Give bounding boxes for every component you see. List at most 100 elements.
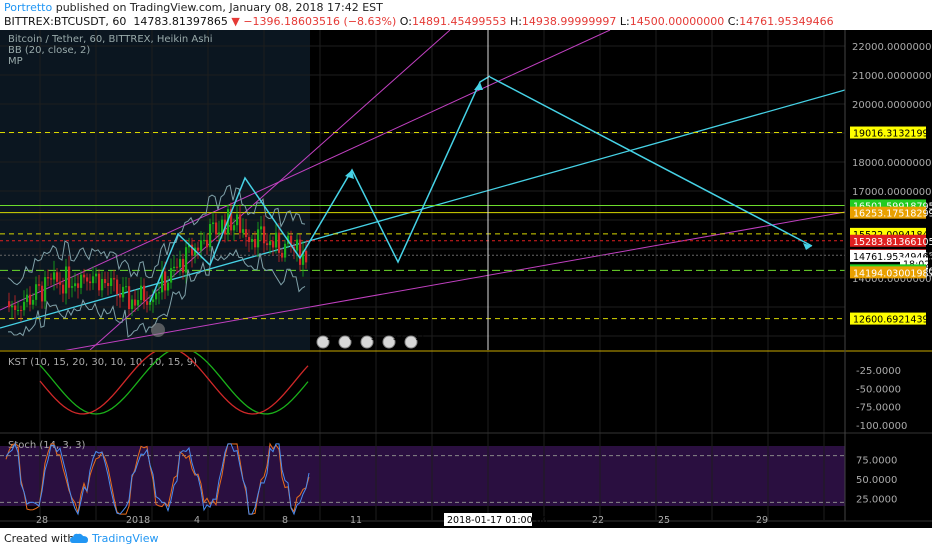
price-change: −1396.18603516 (−8.63%) (243, 15, 397, 28)
last-price: 14783.81397865 (133, 15, 228, 28)
candle-body (173, 266, 176, 269)
price-tick-label: 21000.00000000 (852, 71, 932, 82)
high-label: H: (509, 15, 522, 28)
candle-body (131, 299, 134, 310)
tradingview-cloud-icon (70, 533, 88, 543)
event-badge-count: 5 (371, 333, 376, 342)
ohlc-line: BITTREX:BTCUSDT, 60 14783.81397865 ▼ −13… (4, 15, 834, 28)
down-arrow-icon: ▼ (231, 15, 240, 28)
candle-body (176, 266, 179, 268)
legend-entry: Bitcoin / Tether, 60, BITTREX, Heikin As… (8, 34, 213, 45)
candle-body (77, 283, 80, 288)
candle-body (284, 243, 287, 258)
candle-body (281, 252, 284, 258)
candle-body (53, 272, 56, 280)
candle-body (254, 238, 257, 248)
candle-body (14, 305, 17, 311)
time-tick-label: 29 (756, 515, 768, 526)
candle-body (197, 247, 200, 251)
candle-body (137, 300, 140, 306)
candle-body (239, 214, 242, 233)
event-badge-count: 33 (393, 333, 403, 342)
candle-body (125, 286, 128, 288)
candle-body (278, 232, 281, 253)
candle-body (158, 292, 161, 294)
time-tick-label: 4 (194, 515, 200, 526)
candle-body (44, 277, 47, 302)
candle-body (119, 294, 122, 298)
candle-body (146, 301, 149, 305)
candle-body (68, 266, 71, 288)
candle-body (98, 273, 101, 291)
candle-body (152, 299, 155, 303)
kst-tick-label: -50.0000 (856, 384, 901, 395)
candle-body (104, 279, 107, 284)
kst-tick-label: -25.0000 (856, 366, 901, 377)
time-tick-label: 22 (592, 515, 604, 526)
candle-body (62, 284, 65, 294)
candle-body (89, 281, 92, 284)
price-label-text: 16253.17518299 (853, 209, 932, 220)
time-tick-label: 11 (350, 515, 362, 526)
open-label: O: (399, 15, 412, 28)
symbol-label: BITTREX:BTCUSDT, 60 (4, 15, 127, 28)
candle-body (185, 247, 188, 273)
candle-body (221, 219, 224, 233)
stoch-band (0, 446, 845, 506)
candle-body (203, 239, 206, 241)
publish-info: published on TradingView.com, January 08… (52, 1, 383, 14)
candle-body (65, 266, 68, 294)
time-tick-label: 28 (36, 515, 48, 526)
created-with: Created with (4, 532, 75, 545)
candle-body (116, 279, 119, 295)
candle-body (272, 241, 275, 248)
author-link[interactable]: Portretto (4, 1, 52, 14)
kst-tick-label: -100.0000 (856, 421, 907, 432)
candle-body (128, 286, 131, 310)
publish-line: Portretto published on TradingView.com, … (4, 1, 383, 14)
pivot-marker (151, 323, 165, 337)
candle-body (206, 239, 209, 248)
price-label-text: 14194.03001987 (853, 268, 932, 279)
candle-body (155, 293, 158, 300)
low-label: L: (619, 15, 630, 28)
candle-body (86, 277, 89, 282)
candle-body (245, 229, 248, 238)
event-badge-count: 11 (415, 333, 425, 342)
time-tick-label: 8 (282, 515, 288, 526)
price-label-text: 19016.31321994 (853, 129, 932, 140)
candle-body (80, 274, 83, 288)
price-tick-label: 22000.00000000 (852, 42, 932, 53)
high-value: 14938.99999997 (521, 15, 617, 28)
candle-body (236, 214, 239, 226)
stoch-tick-label: 25.0000 (856, 495, 897, 506)
close-value: 14761.95349466 (739, 15, 834, 28)
close-label: C: (727, 15, 740, 28)
candle-body (149, 302, 152, 305)
open-value: 14891.45499553 (411, 15, 507, 28)
candle-body (47, 277, 50, 279)
candle-body (260, 226, 263, 230)
candle-body (110, 278, 113, 287)
kst-tick-label: -75.0000 (856, 403, 901, 414)
candle-body (41, 285, 44, 302)
price-label-text: 15283.81366105 (853, 237, 932, 248)
candle-body (11, 305, 14, 308)
candle-body (170, 268, 173, 283)
candle-body (296, 239, 299, 251)
candle-body (83, 274, 86, 278)
legend-entry: BB (20, close, 2) (8, 45, 90, 56)
candle-body (233, 225, 236, 231)
candle-body (29, 294, 32, 305)
legend-entry: MP (8, 56, 23, 67)
chart-area[interactable]: 2 8 5 33 11 KST (10, 15, 20, 30, 10, 10, 10,… (0, 30, 932, 528)
candle-body (275, 232, 278, 248)
low-value: 14500.00000000 (629, 15, 725, 28)
candle-body (140, 285, 143, 301)
candle-body (248, 237, 251, 242)
candle-body (200, 240, 203, 251)
candle-body (23, 301, 26, 311)
candle-body (107, 283, 110, 287)
tradingview-brand[interactable]: TradingView (92, 532, 158, 545)
candle-body (263, 226, 266, 244)
